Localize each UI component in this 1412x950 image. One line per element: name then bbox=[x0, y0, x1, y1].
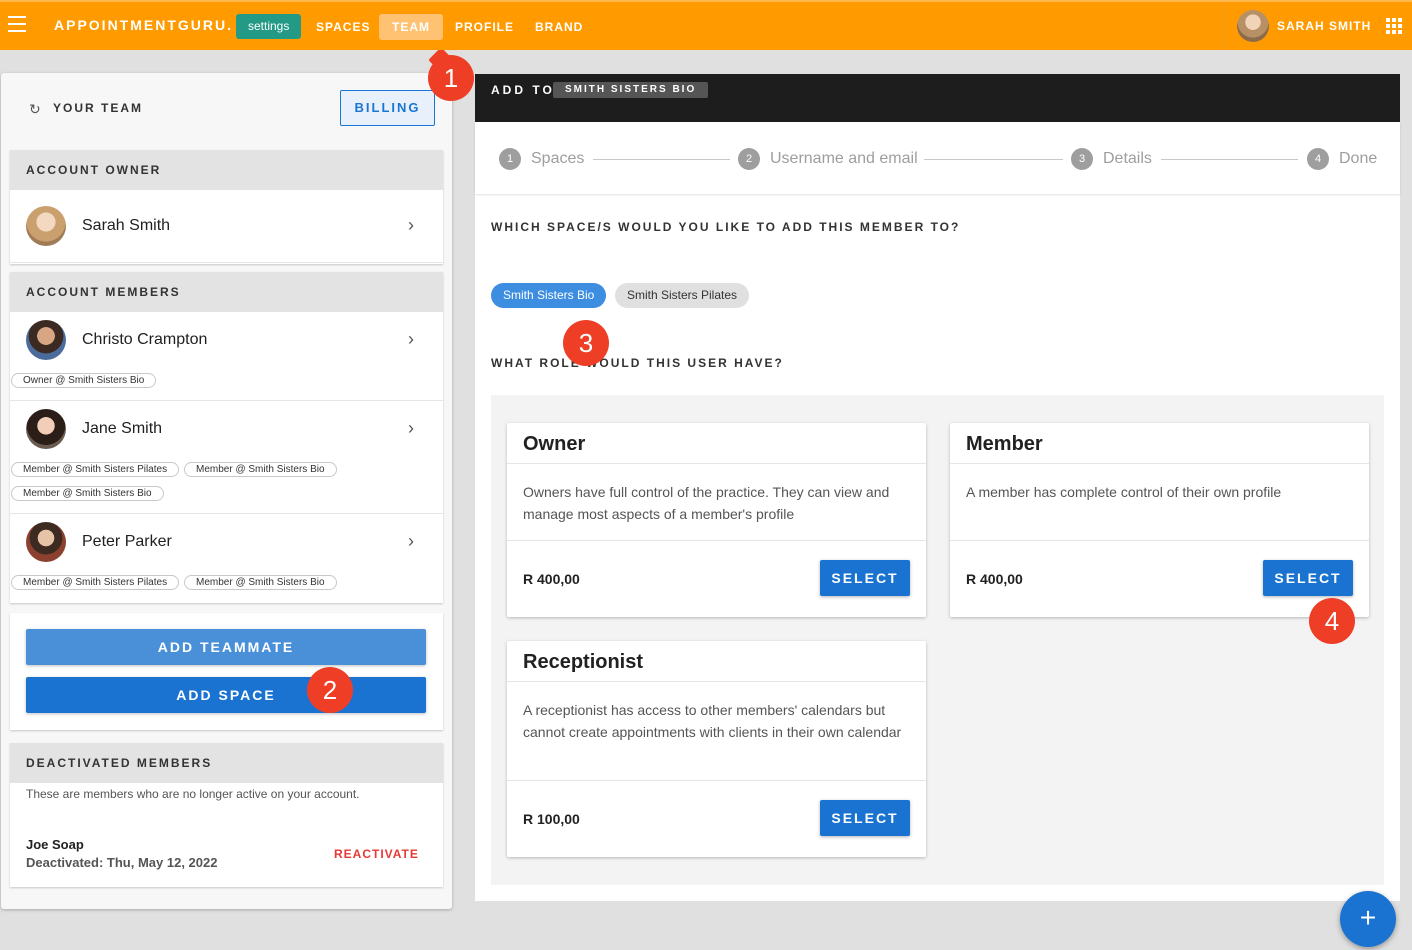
role-options: Owner Owners have full control of the pr… bbox=[491, 395, 1384, 885]
role-chip: Owner @ Smith Sisters Bio bbox=[11, 373, 157, 388]
role-card-owner: Owner Owners have full control of the pr… bbox=[507, 423, 926, 617]
role-card-member: Member A member has complete control of … bbox=[950, 423, 1369, 617]
owner-name: Sarah Smith bbox=[82, 217, 171, 234]
chevron-right-icon: › bbox=[408, 215, 414, 235]
deactivated-header: DEACTIVATED MEMBERS bbox=[10, 743, 443, 783]
top-app-bar: APPOINTMENTGURU. settings SPACES TEAM PR… bbox=[0, 0, 1412, 50]
step-details: 3 Details bbox=[1071, 148, 1152, 170]
step-connector bbox=[924, 159, 1063, 160]
member-row[interactable]: Christo Crampton › Owner @ Smith Sisters… bbox=[10, 312, 443, 401]
avatar bbox=[26, 409, 66, 449]
select-receptionist-button[interactable]: SELECT bbox=[820, 800, 910, 836]
member-row[interactable]: Jane Smith › Member @ Smith Sisters Pila… bbox=[10, 401, 443, 514]
step-spaces: 1 Spaces bbox=[499, 148, 584, 170]
annotation-marker: 1 bbox=[428, 55, 474, 101]
role-title: Owner bbox=[523, 433, 586, 455]
account-members-card: ACCOUNT MEMBERS Christo Crampton › Owner… bbox=[10, 272, 443, 603]
billing-button[interactable]: BILLING bbox=[340, 90, 435, 126]
menu-icon[interactable] bbox=[8, 16, 26, 32]
step-number: 2 bbox=[738, 148, 760, 170]
role-price: R 400,00 bbox=[523, 571, 580, 587]
user-name: SARAH SMITH bbox=[1277, 19, 1372, 33]
member-name: Christo Crampton bbox=[82, 331, 208, 348]
annotation-marker: 2 bbox=[307, 667, 353, 713]
step-label: Spaces bbox=[531, 150, 585, 167]
deactivated-date: Deactivated: Thu, May 12, 2022 bbox=[26, 855, 218, 870]
team-panel-header: ↻ YOUR TEAM BILLING bbox=[1, 73, 452, 143]
step-done: 4 Done bbox=[1307, 148, 1377, 170]
member-name: Jane Smith bbox=[82, 420, 163, 437]
nav-settings[interactable]: settings bbox=[236, 14, 302, 39]
role-title: Member bbox=[966, 433, 1043, 455]
role-description: Owners have full control of the practice… bbox=[523, 484, 890, 522]
reactivate-button[interactable]: REACTIVATE bbox=[334, 847, 419, 861]
nav-spaces[interactable]: SPACES bbox=[303, 14, 383, 40]
annotation-marker: 4 bbox=[1309, 598, 1355, 644]
add-space-button[interactable]: ADD SPACE bbox=[26, 677, 426, 713]
member-name: Peter Parker bbox=[82, 533, 172, 550]
member-row[interactable]: Peter Parker › Member @ Smith Sisters Pi… bbox=[10, 514, 443, 603]
role-chip: Member @ Smith Sisters Bio bbox=[11, 486, 164, 501]
step-number: 4 bbox=[1307, 148, 1329, 170]
role-chip: Member @ Smith Sisters Pilates bbox=[11, 462, 180, 477]
add-member-header: ADD TO SMITH SISTERS BIO bbox=[475, 74, 1400, 122]
space-question: WHICH SPACE/S WOULD YOU LIKE TO ADD THIS… bbox=[491, 220, 961, 234]
refresh-icon[interactable]: ↻ bbox=[29, 101, 41, 118]
stepper: 1 Spaces 2 Username and email 3 Details … bbox=[475, 122, 1400, 194]
avatar bbox=[26, 206, 66, 246]
select-member-button[interactable]: SELECT bbox=[1263, 560, 1353, 596]
role-title: Receptionist bbox=[523, 651, 644, 673]
chevron-right-icon: › bbox=[408, 329, 414, 349]
nav-team[interactable]: TEAM bbox=[379, 14, 443, 40]
deactivated-members-card: DEACTIVATED MEMBERS These are members wh… bbox=[10, 743, 443, 887]
select-owner-button[interactable]: SELECT bbox=[820, 560, 910, 596]
owner-row[interactable]: Sarah Smith › bbox=[10, 190, 443, 263]
step-number: 3 bbox=[1071, 148, 1093, 170]
add-member-form: 1 Spaces 2 Username and email 3 Details … bbox=[475, 122, 1400, 901]
role-chip: Member @ Smith Sisters Pilates bbox=[11, 575, 180, 590]
role-description: A member has complete control of their o… bbox=[966, 484, 1282, 500]
chevron-right-icon: › bbox=[408, 418, 414, 438]
target-space-chip: SMITH SISTERS BIO bbox=[553, 82, 709, 98]
nav-brand[interactable]: BRAND bbox=[522, 14, 596, 40]
space-chip[interactable]: Smith Sisters Pilates bbox=[615, 283, 750, 308]
annotation-marker: 3 bbox=[563, 320, 609, 366]
step-label: Done bbox=[1339, 150, 1378, 167]
deactivated-description: These are members who are no longer acti… bbox=[26, 787, 360, 801]
account-members-header: ACCOUNT MEMBERS bbox=[10, 272, 443, 312]
add-fab-button[interactable]: + bbox=[1340, 891, 1396, 947]
account-owner-header: ACCOUNT OWNER bbox=[10, 150, 443, 190]
avatar bbox=[26, 522, 66, 562]
add-to-label: ADD TO bbox=[491, 83, 555, 97]
apps-grid-icon[interactable] bbox=[1386, 18, 1402, 34]
space-chip-selected[interactable]: Smith Sisters Bio bbox=[491, 283, 607, 308]
step-connector bbox=[1161, 159, 1298, 160]
team-panel: ↻ YOUR TEAM BILLING ACCOUNT OWNER Sarah … bbox=[1, 73, 452, 909]
role-price: R 100,00 bbox=[523, 811, 580, 827]
deactivated-member-name: Joe Soap bbox=[26, 837, 84, 852]
add-teammate-button[interactable]: ADD TEAMMATE bbox=[26, 629, 426, 665]
step-label: Username and email bbox=[770, 150, 918, 167]
role-card-receptionist: Receptionist A receptionist has access t… bbox=[507, 641, 926, 857]
role-price: R 400,00 bbox=[966, 571, 1023, 587]
team-title: YOUR TEAM bbox=[53, 101, 143, 115]
user-menu[interactable]: SARAH SMITH bbox=[1222, 2, 1412, 50]
role-chip: Member @ Smith Sisters Bio bbox=[184, 575, 337, 590]
user-avatar bbox=[1237, 10, 1269, 42]
app-brand[interactable]: APPOINTMENTGURU. bbox=[54, 17, 233, 33]
avatar bbox=[26, 320, 66, 360]
step-label: Details bbox=[1103, 150, 1152, 167]
role-chip: Member @ Smith Sisters Bio bbox=[184, 462, 337, 477]
role-description: A receptionist has access to other membe… bbox=[523, 702, 902, 740]
account-owner-card: ACCOUNT OWNER Sarah Smith › bbox=[10, 150, 443, 264]
step-number: 1 bbox=[499, 148, 521, 170]
step-connector bbox=[593, 159, 730, 160]
step-username: 2 Username and email bbox=[738, 148, 918, 170]
team-actions-card: ADD TEAMMATE ADD SPACE bbox=[10, 613, 443, 730]
role-question: WHAT ROLE WOULD THIS USER HAVE? bbox=[491, 356, 784, 370]
chevron-right-icon: › bbox=[408, 531, 414, 551]
nav-profile[interactable]: PROFILE bbox=[442, 14, 527, 40]
